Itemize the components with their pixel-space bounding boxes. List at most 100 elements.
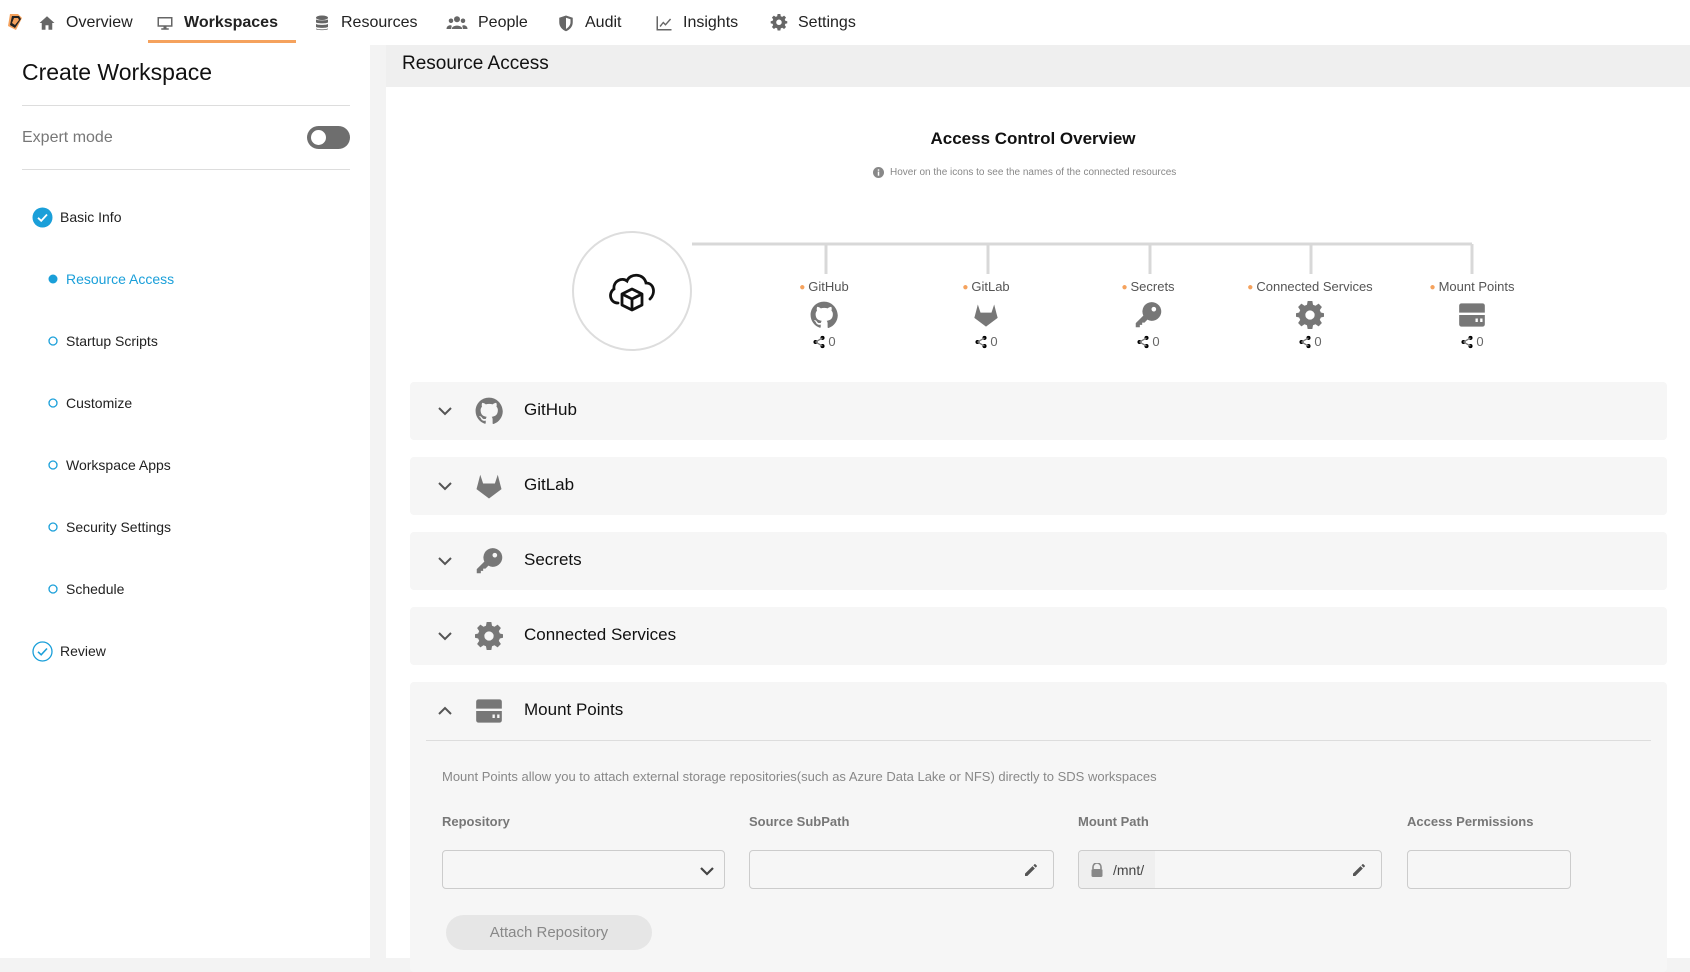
- panel-github-header[interactable]: GitHub: [410, 382, 1667, 440]
- mount-points-description: Mount Points allow you to attach externa…: [442, 769, 1157, 784]
- share-icon: [813, 335, 825, 348]
- resource-count: 0: [1152, 334, 1160, 349]
- panel-mount-points: Mount Points Mount Points allow you to a…: [410, 682, 1667, 972]
- expert-mode-toggle[interactable]: [307, 126, 350, 149]
- panel-secrets-header[interactable]: Secrets: [410, 532, 1667, 590]
- key-icon: [1135, 302, 1162, 328]
- nav-overview-label: Overview: [66, 13, 133, 31]
- wizard-sidebar: Create Workspace Expert mode Basic Info …: [0, 45, 370, 958]
- nav-people-label: People: [478, 13, 528, 31]
- share-icon: [1461, 335, 1473, 348]
- database-icon: [316, 15, 328, 30]
- nav-overview[interactable]: Overview: [38, 0, 133, 45]
- nav-audit-label: Audit: [585, 13, 622, 31]
- panel-mount-points-header[interactable]: Mount Points: [410, 682, 1667, 740]
- check-circle-icon: [32, 207, 53, 228]
- step-customize[interactable]: Customize: [32, 392, 332, 414]
- overview-resource-mount-points[interactable]: ● Mount Points 0: [1392, 279, 1552, 349]
- overview-connector-lines: [692, 242, 1474, 274]
- step-resource-access[interactable]: Resource Access: [32, 268, 332, 290]
- mount-path-prefix: /mnt/: [1079, 851, 1155, 888]
- nav-settings[interactable]: Settings: [770, 0, 856, 45]
- github-icon: [475, 397, 503, 424]
- workspace-hub: [572, 231, 692, 351]
- pencil-icon[interactable]: [1351, 862, 1367, 878]
- step-current-dot-icon: [48, 274, 58, 284]
- chevron-down-icon: [438, 407, 452, 416]
- repository-select[interactable]: [442, 850, 725, 889]
- people-icon: [446, 15, 468, 29]
- nav-settings-label: Settings: [798, 13, 856, 31]
- nav-audit[interactable]: Audit: [557, 0, 621, 45]
- nav-workspaces[interactable]: Workspaces: [156, 0, 278, 45]
- status-dot: ●: [962, 282, 969, 293]
- panel-label: Secrets: [524, 550, 582, 569]
- step-label: Resource Access: [66, 271, 175, 287]
- sidebar-title: Create Workspace: [22, 59, 213, 85]
- gear-icon: [770, 13, 788, 31]
- status-dot: ●: [799, 282, 806, 293]
- step-label: Security Settings: [66, 519, 172, 535]
- nav-people[interactable]: People: [446, 0, 528, 45]
- pencil-icon[interactable]: [1023, 862, 1039, 878]
- resource-name: GitHub: [808, 279, 849, 294]
- nav-insights[interactable]: Insights: [655, 0, 738, 45]
- panel-label: GitLab: [524, 475, 575, 494]
- resource-count: 0: [990, 334, 998, 349]
- panel-gitlab-header[interactable]: GitLab: [410, 457, 1667, 515]
- step-pending-dot-icon: [48, 336, 58, 346]
- storage-icon: [1459, 303, 1485, 327]
- panel-github: GitHub: [410, 382, 1667, 440]
- gitlab-icon: [476, 474, 502, 499]
- lock-icon: [1091, 862, 1103, 877]
- step-schedule[interactable]: Schedule: [32, 578, 332, 600]
- resource-count: 0: [1476, 334, 1484, 349]
- overview-resource-github[interactable]: ● GitHub 0: [744, 279, 904, 349]
- top-nav: Overview Workspaces Resources People Aud…: [0, 0, 1690, 45]
- sidebar-divider: [22, 105, 350, 106]
- expert-mode-label: Expert mode: [22, 129, 113, 146]
- step-startup-scripts[interactable]: Startup Scripts: [32, 330, 332, 352]
- panel-divider: [426, 740, 1651, 741]
- cloud-package-icon: [609, 273, 655, 312]
- step-review[interactable]: Review: [32, 640, 332, 662]
- panel-label: Mount Points: [524, 700, 624, 719]
- share-icon: [1137, 335, 1149, 348]
- step-basic-info[interactable]: Basic Info: [32, 206, 332, 228]
- step-workspace-apps[interactable]: Workspace Apps: [32, 454, 332, 476]
- access-permissions-select[interactable]: [1407, 850, 1571, 889]
- step-security-settings[interactable]: Security Settings: [32, 516, 332, 538]
- shield-icon: [559, 15, 573, 31]
- nav-active-underline: [148, 40, 296, 43]
- panel-gitlab: GitLab: [410, 457, 1667, 515]
- step-label: Customize: [66, 395, 133, 411]
- step-label: Basic Info: [60, 209, 122, 225]
- app-logo-icon[interactable]: [6, 12, 26, 32]
- panel-connected-services-header[interactable]: Connected Services: [410, 607, 1667, 665]
- source-subpath-input[interactable]: [749, 850, 1054, 889]
- mount-path-input[interactable]: /mnt/: [1078, 850, 1382, 889]
- chart-line-icon: [656, 15, 672, 30]
- nav-resources-label: Resources: [341, 13, 418, 31]
- step-label: Schedule: [66, 581, 125, 597]
- home-icon: [39, 15, 55, 30]
- step-pending-dot-icon: [48, 522, 58, 532]
- resource-count: 0: [828, 334, 836, 349]
- step-pending-dot-icon: [48, 584, 58, 594]
- overview-resource-secrets[interactable]: ● Secrets 0: [1068, 279, 1228, 349]
- step-pending-dot-icon: [48, 398, 58, 408]
- nav-resources[interactable]: Resources: [313, 0, 417, 45]
- main-content: Resource Access Access Control Overview …: [386, 45, 1690, 972]
- nav-workspaces-label: Workspaces: [184, 13, 278, 31]
- attach-repository-button[interactable]: Attach Repository: [446, 915, 652, 950]
- overview-resource-gitlab[interactable]: ● GitLab 0: [906, 279, 1066, 349]
- monitor-icon: [157, 16, 173, 30]
- overview-resource-connected-services[interactable]: ● Connected Services 0: [1230, 279, 1390, 349]
- storage-icon: [476, 699, 502, 723]
- step-label: Startup Scripts: [66, 333, 158, 349]
- chevron-down-icon: [438, 557, 452, 566]
- resource-count: 0: [1314, 334, 1322, 349]
- mount-path-prefix-text: /mnt/: [1113, 861, 1145, 878]
- access-permissions-label: Access Permissions: [1407, 814, 1534, 829]
- mount-path-label: Mount Path: [1078, 814, 1149, 829]
